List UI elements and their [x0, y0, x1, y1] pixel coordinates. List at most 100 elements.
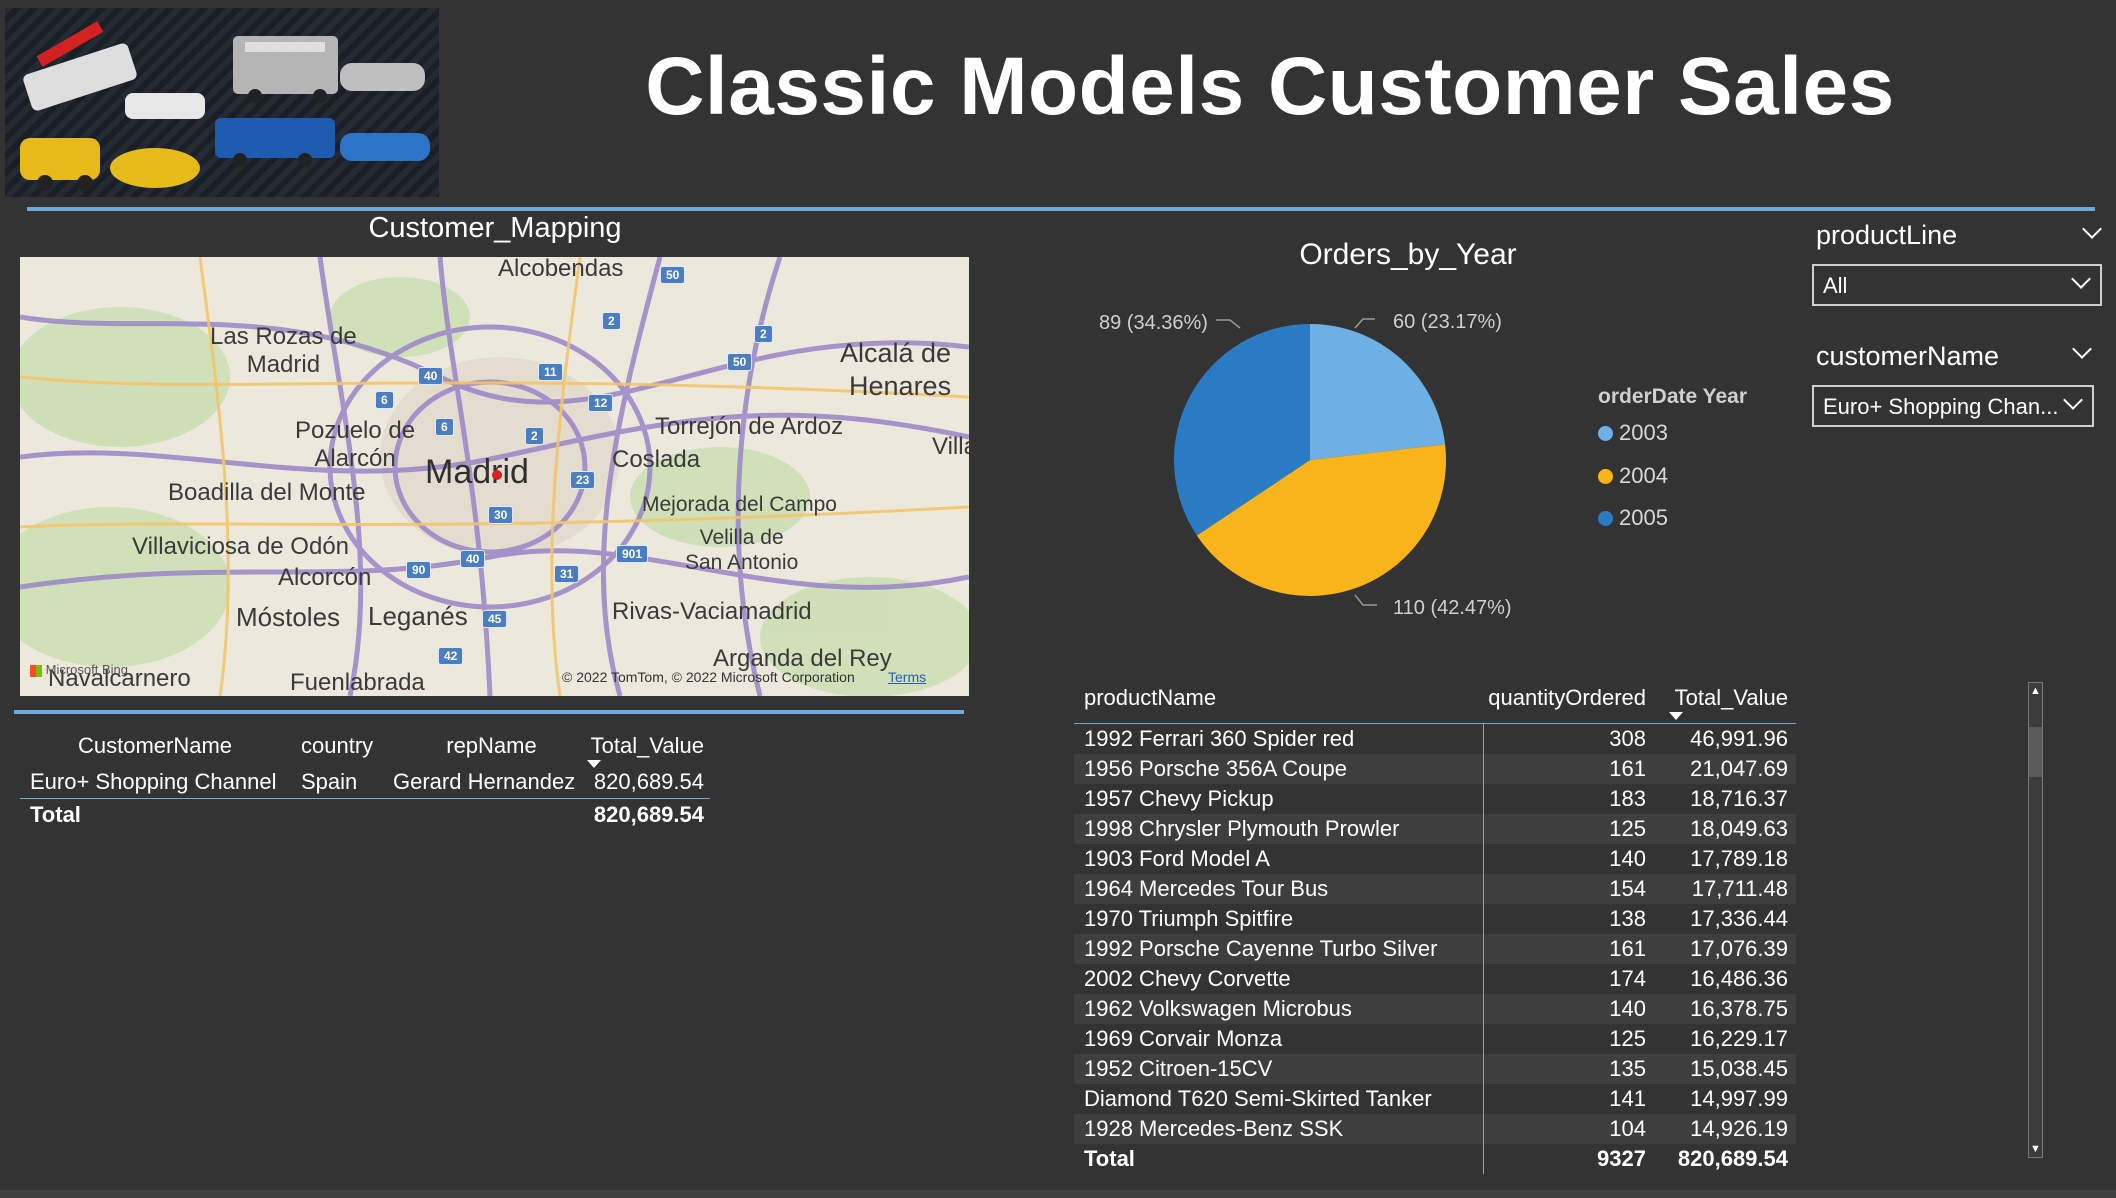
map-location-pin[interactable] — [492, 470, 502, 480]
cell-total-value: 14,997.99 — [1690, 1086, 1788, 1111]
map-place-mejorada: Mejorada del Campo — [642, 493, 837, 516]
scrollbar-thumb[interactable] — [2029, 727, 2042, 777]
chevron-down-icon — [2071, 269, 2091, 289]
road-badge: 31 — [554, 565, 580, 583]
slicer-customername-collapse[interactable] — [2072, 339, 2092, 362]
road-badge: 6 — [435, 418, 454, 436]
sort-descending-icon — [587, 760, 601, 768]
road-badge: 23 — [570, 471, 596, 489]
map-place-coslada: Coslada — [612, 446, 701, 473]
cell-quantityordered: 135 — [1609, 1056, 1646, 1081]
slicer-customername-dropdown[interactable]: Euro+ Shopping Chan... — [1812, 385, 2094, 427]
road-badge: 6 — [375, 391, 394, 409]
map-place-fuenlabrada: Fuenlabrada — [290, 669, 425, 696]
page-bottom-bar — [0, 1190, 2116, 1198]
map-place-mostoles: Móstoles — [236, 602, 341, 632]
road-badge: 50 — [727, 353, 753, 371]
cell-quantityordered: 183 — [1609, 786, 1646, 811]
column-header-total-value[interactable]: Total_Value — [1654, 685, 1796, 711]
table-row[interactable]: 1928 Mercedes-Benz SSK 104 14,926.19 — [1074, 1114, 1796, 1144]
table-row[interactable]: 1998 Chrysler Plymouth Prowler 125 18,049.… — [1074, 814, 1796, 844]
cell-total-value: 21,047.69 — [1690, 756, 1788, 781]
road-badge: 90 — [406, 561, 432, 579]
page-title: Classic Models Customer Sales — [645, 41, 1895, 132]
cell-total-value: 15,038.45 — [1690, 1056, 1788, 1081]
scroll-up-icon[interactable]: ▲ — [2029, 685, 2042, 697]
pie-slice-2003[interactable] — [1310, 324, 1446, 460]
orders-by-year-pie-chart[interactable]: 60 (23.17%) 110 (42.47%) 89 (34.36%) — [1080, 290, 1580, 640]
slicer-customername-label: customerName — [1816, 341, 2000, 371]
legend-dot-icon — [1598, 425, 1613, 441]
map-place-madrid: Madrid — [425, 453, 529, 491]
cell-quantityordered: 141 — [1609, 1086, 1646, 1111]
cell-productname: 1998 Chrysler Plymouth Prowler — [1074, 814, 1484, 844]
cell-total-value: 17,789.18 — [1690, 846, 1788, 871]
road-badge: 11 — [538, 363, 563, 381]
column-header-customername[interactable]: CustomerName — [20, 733, 295, 759]
table-row[interactable]: 2002 Chevy Corvette 174 16,486.36 — [1074, 964, 1796, 994]
cell-quantityordered: 138 — [1609, 906, 1646, 931]
legend-item-2003[interactable]: 2003 — [1598, 420, 1668, 446]
cell-quantityordered: 161 — [1609, 756, 1646, 781]
road-badge: 2 — [754, 325, 773, 343]
total-label: Total — [30, 801, 81, 827]
map-title: Customer_Mapping — [368, 212, 622, 244]
road-badge: 30 — [488, 506, 514, 524]
column-header-country[interactable]: country — [295, 733, 385, 759]
road-badge: 2 — [525, 427, 544, 445]
scroll-down-icon[interactable]: ▼ — [2029, 1143, 2042, 1155]
cell-quantityordered: 154 — [1609, 876, 1646, 901]
table-row[interactable]: Euro+ Shopping Channel Spain Gerard Hern… — [20, 766, 710, 798]
legend-item-2004[interactable]: 2004 — [1598, 463, 1668, 489]
customer-map[interactable]: Alcobendas Las Rozas de Madrid Alcalá de… — [20, 257, 969, 696]
column-header-total-value[interactable]: Total_Value — [590, 733, 710, 759]
column-header-productname[interactable]: productName — [1074, 672, 1484, 723]
logo-image — [5, 8, 439, 197]
total-label: Total — [1074, 1144, 1484, 1174]
cell-productname: 1992 Ferrari 360 Spider red — [1074, 724, 1484, 754]
cell-total-value: 18,716.37 — [1690, 786, 1788, 811]
cell-quantityordered: 125 — [1609, 816, 1646, 841]
table-row[interactable]: 1992 Porsche Cayenne Turbo Silver 161 17,0… — [1074, 934, 1796, 964]
cell-total-value: 46,991.96 — [1690, 726, 1788, 751]
road-badge: 42 — [438, 647, 464, 665]
column-header-quantityordered[interactable]: quantityOrdered — [1484, 685, 1654, 711]
cell-quantityordered: 104 — [1609, 1116, 1646, 1141]
table-row[interactable]: 1957 Chevy Pickup 183 18,716.37 — [1074, 784, 1796, 814]
cell-total-value: 16,229.17 — [1690, 1026, 1788, 1051]
slicer-productline-collapse[interactable] — [2082, 219, 2102, 242]
road-badge: 40 — [418, 367, 444, 385]
table-row[interactable]: 1952 Citroen-15CV 135 15,038.45 — [1074, 1054, 1796, 1084]
map-place-villaviciosa: Villaviciosa de Odón — [132, 533, 350, 560]
map-terms-link[interactable]: Terms — [888, 669, 926, 685]
legend-item-2005[interactable]: 2005 — [1598, 505, 1668, 531]
cell-total-value: 17,336.44 — [1690, 906, 1788, 931]
table-row[interactable]: Diamond T620 Semi-Skirted Tanker 141 14,99… — [1074, 1084, 1796, 1114]
road-badge: 50 — [660, 266, 686, 284]
column-header-repname[interactable]: repName — [385, 733, 590, 759]
chevron-down-icon — [2082, 219, 2102, 239]
cell-productname: 1903 Ford Model A — [1074, 844, 1484, 874]
table-scrollbar[interactable]: ▲ ▼ — [2028, 682, 2043, 1158]
table-row[interactable]: 1964 Mercedes Tour Bus 154 17,711.48 — [1074, 874, 1796, 904]
bing-logo: Microsoft Bing — [30, 662, 128, 677]
road-badge: 901 — [616, 545, 649, 563]
total-value: 820,689.54 — [1677, 1146, 1788, 1171]
slicer-productline-dropdown[interactable]: All — [1812, 264, 2102, 306]
product-table: productName quantityOrdered Total_Value … — [1074, 672, 1796, 1174]
table-header-row: CustomerName country repName Total_Value — [20, 726, 710, 766]
table-row[interactable]: 1969 Corvair Monza 125 16,229.17 — [1074, 1024, 1796, 1054]
table-row[interactable]: 1970 Triumph Spitfire 138 17,336.44 — [1074, 904, 1796, 934]
total-value: 820,689.54 — [593, 801, 704, 827]
cell-repname: Gerard Hernandez — [393, 769, 576, 794]
data-label-2004: 110 (42.47%) — [1393, 597, 1512, 619]
slicer-productline-label: productLine — [1816, 220, 1958, 250]
cell-country: Spain — [301, 769, 358, 794]
sort-descending-icon — [1669, 712, 1683, 720]
map-place-villa: Villa — [932, 433, 969, 460]
table-row[interactable]: 1903 Ford Model A 140 17,789.18 — [1074, 844, 1796, 874]
map-place-alcala: Alcalá de Henares — [840, 338, 952, 401]
table-row[interactable]: 1962 Volkswagen Microbus 140 16,378.75 — [1074, 994, 1796, 1024]
table-row[interactable]: 1992 Ferrari 360 Spider red 308 46,991.96 — [1074, 724, 1796, 754]
table-row[interactable]: 1956 Porsche 356A Coupe 161 21,047.69 — [1074, 754, 1796, 784]
